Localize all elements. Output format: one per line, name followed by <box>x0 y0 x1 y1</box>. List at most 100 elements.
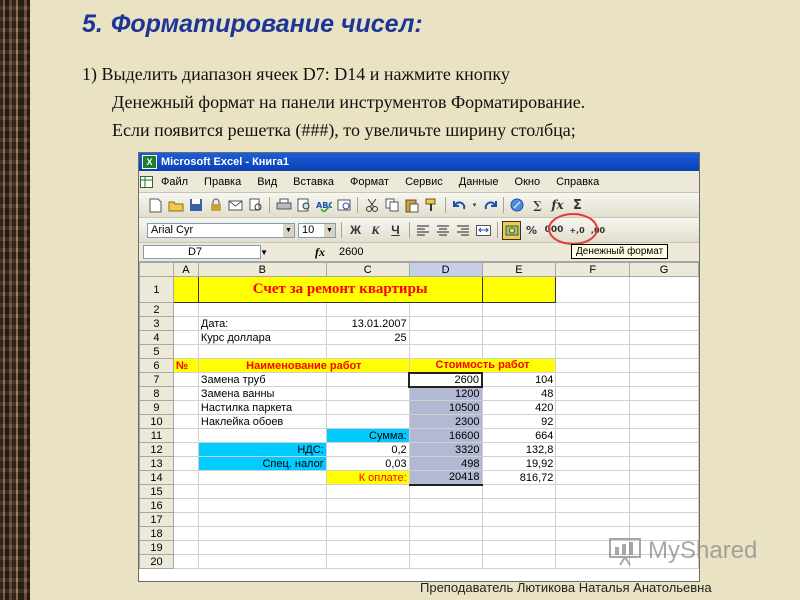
cell[interactable] <box>172 428 199 443</box>
cell[interactable] <box>555 428 631 443</box>
cell[interactable] <box>408 526 483 541</box>
spelling-icon[interactable]: ABC <box>315 197 332 214</box>
menu-view[interactable]: Вид <box>249 176 285 188</box>
cell[interactable] <box>172 512 199 527</box>
row-header[interactable]: 6 <box>139 358 174 373</box>
cell[interactable] <box>408 512 483 527</box>
cell[interactable] <box>197 344 327 359</box>
cell[interactable] <box>629 414 699 429</box>
cell[interactable] <box>629 302 699 317</box>
cell[interactable] <box>172 456 199 471</box>
autosum-icon[interactable]: ∑ <box>529 197 546 214</box>
undo-dropdown-icon[interactable]: ▾ <box>471 197 478 214</box>
cell[interactable] <box>408 540 483 555</box>
column-header-e[interactable]: E <box>481 262 557 277</box>
cell[interactable] <box>197 554 327 569</box>
cell[interactable] <box>555 470 631 485</box>
research-icon[interactable] <box>335 197 352 214</box>
cut-icon[interactable] <box>363 197 380 214</box>
row-header[interactable]: 4 <box>139 330 174 345</box>
cell[interactable]: Замена труб <box>197 372 327 387</box>
row-header[interactable]: 8 <box>139 386 174 401</box>
cell[interactable]: Наклейка обоев <box>197 414 327 429</box>
selected-cell[interactable]: 20418 <box>408 470 483 486</box>
cell[interactable] <box>325 512 410 527</box>
align-left-icon[interactable] <box>415 222 432 239</box>
bold-button[interactable]: Ж <box>347 222 364 239</box>
new-document-icon[interactable] <box>147 197 164 214</box>
cell[interactable] <box>481 554 557 569</box>
row-header[interactable]: 5 <box>139 344 174 359</box>
cell[interactable] <box>408 316 483 331</box>
cell[interactable] <box>172 540 199 555</box>
cell[interactable] <box>172 316 199 331</box>
cell[interactable]: 420 <box>481 400 557 415</box>
row-header[interactable]: 14 <box>139 470 174 485</box>
cell[interactable]: 664 <box>481 428 557 443</box>
cell[interactable] <box>172 302 199 317</box>
cell[interactable] <box>629 442 699 457</box>
cell[interactable] <box>481 526 557 541</box>
select-all-corner[interactable] <box>139 262 174 277</box>
cell[interactable]: 92 <box>481 414 557 429</box>
cell[interactable]: 0,03 <box>325 456 410 471</box>
column-header-c[interactable]: C <box>325 262 410 277</box>
cell[interactable] <box>325 554 410 569</box>
cell[interactable] <box>172 442 199 457</box>
row-header[interactable]: 7 <box>139 372 174 387</box>
redo-icon[interactable] <box>481 197 498 214</box>
cell[interactable] <box>555 372 631 387</box>
cell[interactable] <box>325 302 410 317</box>
cell[interactable]: Дата: <box>197 316 327 331</box>
selected-cell[interactable]: 10500 <box>408 400 483 415</box>
cell[interactable] <box>629 456 699 471</box>
cell[interactable] <box>197 498 327 513</box>
cell[interactable] <box>555 512 631 527</box>
row-header[interactable]: 16 <box>139 498 174 513</box>
cell[interactable]: Замена ванны <box>197 386 327 401</box>
name-box[interactable]: D7 ▼ <box>143 245 268 259</box>
cell[interactable] <box>325 344 410 359</box>
cell[interactable] <box>481 344 557 359</box>
special-tax-label-cell[interactable]: Спец. налог <box>197 456 327 471</box>
cell[interactable] <box>197 484 327 499</box>
cell[interactable] <box>325 498 410 513</box>
cell[interactable] <box>172 498 199 513</box>
cell[interactable] <box>408 554 483 569</box>
cell[interactable] <box>629 344 699 359</box>
cell[interactable] <box>408 302 483 317</box>
print-icon[interactable] <box>275 197 292 214</box>
selected-cell[interactable]: 16600 <box>408 428 483 443</box>
function-icon[interactable]: fx <box>549 197 566 214</box>
header-cell-number[interactable]: № <box>172 358 199 373</box>
cell[interactable] <box>172 554 199 569</box>
cell[interactable] <box>172 344 199 359</box>
cell[interactable] <box>325 526 410 541</box>
cell[interactable] <box>555 414 631 429</box>
cell[interactable] <box>629 512 699 527</box>
row-header[interactable]: 9 <box>139 400 174 415</box>
column-header-b[interactable]: B <box>197 262 327 277</box>
cell[interactable] <box>172 484 199 499</box>
fx-icon[interactable]: fx <box>315 245 325 260</box>
cell[interactable]: 816,72 <box>481 470 557 485</box>
font-name-select[interactable]: Arial Cyr ▼ <box>147 222 295 238</box>
cell[interactable] <box>325 484 410 499</box>
column-header-g[interactable]: G <box>629 262 699 277</box>
cell[interactable]: 0,2 <box>325 442 410 457</box>
sheet-title-cell[interactable]: Счет за ремонт квартиры <box>197 276 483 303</box>
cell[interactable] <box>555 442 631 457</box>
cell[interactable] <box>555 344 631 359</box>
cell[interactable]: 48 <box>481 386 557 401</box>
header-cell-work-cost[interactable]: Стоимость работ <box>408 358 557 373</box>
sum-label-cell[interactable]: Сумма: <box>325 428 410 443</box>
cell[interactable]: 19,92 <box>481 456 557 471</box>
undo-icon[interactable] <box>451 197 468 214</box>
cell[interactable] <box>172 372 199 387</box>
cell[interactable] <box>555 498 631 513</box>
chevron-down-icon[interactable]: ▼ <box>324 223 335 237</box>
align-right-icon[interactable] <box>455 222 472 239</box>
cell[interactable] <box>555 358 631 373</box>
selected-cell[interactable]: 2300 <box>408 414 483 429</box>
cell[interactable] <box>555 276 631 303</box>
